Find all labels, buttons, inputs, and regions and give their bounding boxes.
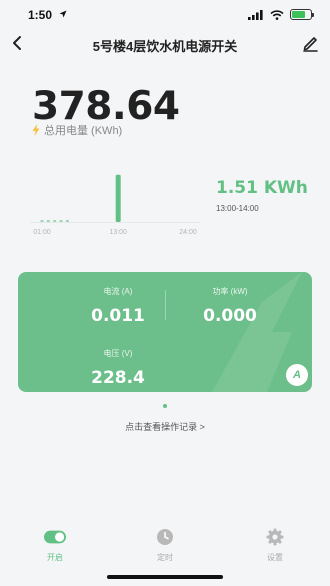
chart-bar[interactable] <box>59 220 63 222</box>
metric-current-label: 电流 (A) <box>103 287 133 296</box>
tab-timer-label: 定时 <box>157 553 173 562</box>
operation-log-link[interactable]: 点击查看操作记录 > <box>0 420 330 433</box>
tab-timer[interactable]: 定时 <box>110 528 220 572</box>
clock-icon <box>157 529 173 545</box>
chart-x-tick: 24:00 <box>179 229 197 236</box>
status-indicators <box>248 9 314 20</box>
tab-bar: 开启 定时 设置 <box>0 528 330 572</box>
page-indicator <box>163 404 167 408</box>
chart-bar[interactable] <box>115 174 121 222</box>
metrics-card[interactable]: 电流 (A) 0.011 功率 (kW) 0.000 电压 (V) 228.4 … <box>18 272 312 392</box>
selected-reading: 1.51 KWh 13:00-14:00 <box>216 178 308 213</box>
battery-icon <box>290 9 314 20</box>
back-button[interactable] <box>8 33 28 53</box>
metric-power-label: 功率 (kW) <box>212 287 248 296</box>
metric-power-value: 0.000 <box>203 306 257 326</box>
status-bar: 1:50 <box>0 0 330 30</box>
nav-bar: 5号楼4层饮水机电源开关 <box>0 30 330 58</box>
total-energy-label: 总用电量 (KWh) <box>44 125 123 137</box>
chart-bar[interactable] <box>65 220 69 222</box>
chart-x-tick: 01:00 <box>33 229 51 236</box>
gear-icon <box>266 528 284 546</box>
chart-x-tick: 13:00 <box>109 229 127 236</box>
chart-bar[interactable] <box>40 220 44 222</box>
metric-power: 功率 (kW) 0.000 <box>190 286 270 326</box>
metric-voltage-label: 电压 (V) <box>103 349 133 358</box>
tab-on-label: 开启 <box>47 553 63 562</box>
status-time: 1:50 <box>28 8 53 22</box>
chart-bar[interactable] <box>53 220 57 222</box>
page-title: 5号楼4层饮水机电源开关 <box>92 39 238 54</box>
chart-bar[interactable] <box>46 220 50 222</box>
location-arrow-icon <box>59 10 67 18</box>
home-indicator <box>107 575 223 579</box>
total-energy-label-row: 总用电量 (KWh) <box>32 122 122 138</box>
metric-voltage: 电压 (V) 228.4 <box>78 348 158 388</box>
metric-current: 电流 (A) 0.011 <box>78 286 158 326</box>
tab-settings-label: 设置 <box>267 553 283 562</box>
metric-voltage-value: 228.4 <box>91 368 145 388</box>
toggle-icon <box>44 530 66 544</box>
bolt-icon <box>32 124 40 136</box>
edit-button[interactable] <box>300 33 320 53</box>
hourly-energy-chart[interactable]: 01:00 13:00 24:00 <box>30 160 200 240</box>
metric-current-value: 0.011 <box>91 306 145 326</box>
reading-value: 1.51 KWh <box>216 178 308 198</box>
reading-time-range: 13:00-14:00 <box>216 204 259 213</box>
mode-badge[interactable]: A <box>286 364 308 386</box>
tab-settings[interactable]: 设置 <box>220 528 330 572</box>
metric-divider <box>165 290 166 320</box>
wifi-icon <box>270 9 284 20</box>
signal-icon <box>248 9 263 20</box>
tab-on[interactable]: 开启 <box>0 528 110 572</box>
